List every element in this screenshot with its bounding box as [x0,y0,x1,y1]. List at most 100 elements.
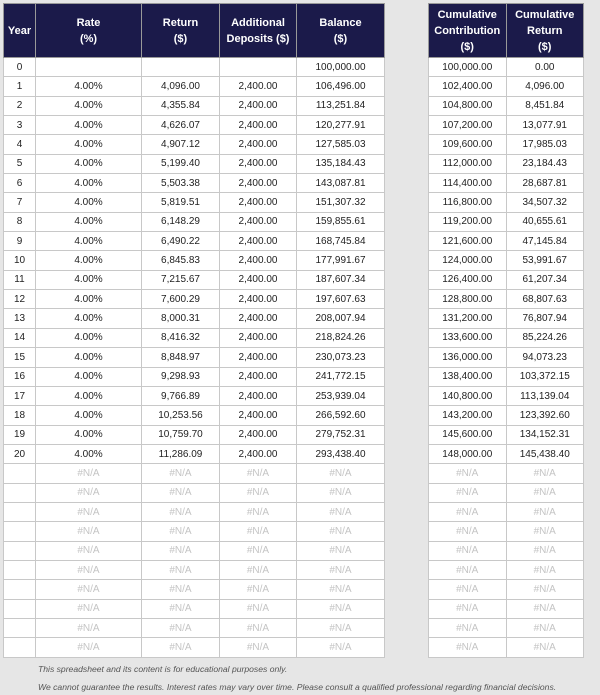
table-cell[interactable]: #N/A [35,540,142,561]
table-cell[interactable]: #N/A [219,617,297,639]
table-cell[interactable]: #N/A [35,521,142,542]
table-cell[interactable]: #N/A [428,501,507,523]
table-cell[interactable]: 4.00% [35,385,142,407]
table-cell[interactable]: #N/A [296,579,385,600]
table-cell[interactable]: 11,286.09 [141,443,220,465]
table-cell[interactable]: #N/A [219,637,297,658]
table-cell[interactable]: 2,400.00 [219,385,297,407]
table-cell[interactable]: 113,139.04 [505,385,584,407]
table-cell[interactable]: 126,400.00 [428,269,507,291]
table-cell[interactable]: 4,907.12 [141,134,220,155]
table-cell[interactable]: 120,277.91 [296,115,385,136]
table-cell[interactable]: #N/A [35,598,142,619]
table-cell[interactable] [3,501,36,523]
table-cell[interactable]: 253,939.04 [296,385,385,407]
table-cell[interactable]: #N/A [141,463,220,484]
table-cell[interactable]: 15 [3,347,36,368]
table-cell[interactable]: 34,507.32 [505,192,584,213]
table-cell[interactable]: 4.00% [35,173,142,194]
table-cell[interactable]: 4.00% [35,443,142,465]
table-cell[interactable]: 17 [3,385,36,407]
table-cell[interactable]: 53,991.67 [505,250,584,271]
table-cell[interactable]: 4.00% [35,424,142,445]
table-cell[interactable]: 113,251.84 [296,95,385,117]
table-cell[interactable]: 8,451.84 [505,95,584,117]
table-cell[interactable]: 109,600.00 [428,134,507,155]
table-cell[interactable]: #N/A [219,579,297,600]
table-cell[interactable]: #N/A [428,579,507,600]
table-cell[interactable]: 4.00% [35,231,142,252]
table-cell[interactable]: 2,400.00 [219,269,297,291]
table-cell[interactable]: 40,655.61 [505,211,584,233]
table-cell[interactable]: 3 [3,115,36,136]
table-cell[interactable]: 119,200.00 [428,211,507,233]
table-cell[interactable]: 2,400.00 [219,443,297,465]
table-cell[interactable]: #N/A [428,637,507,658]
table-cell[interactable]: 13,077.91 [505,115,584,136]
table-cell[interactable]: 4.00% [35,269,142,291]
table-cell[interactable]: 135,184.43 [296,153,385,175]
table-cell[interactable]: 47,145.84 [505,231,584,252]
table-cell[interactable]: 12 [3,289,36,310]
table-cell[interactable]: #N/A [505,540,584,561]
table-cell[interactable]: #N/A [35,637,142,658]
table-cell[interactable]: 4,096.00 [141,76,220,97]
table-cell[interactable]: 2,400.00 [219,134,297,155]
table-cell[interactable]: 11 [3,269,36,291]
table-cell[interactable]: #N/A [296,501,385,523]
table-cell[interactable]: #N/A [219,540,297,561]
table-cell[interactable]: 230,073.23 [296,347,385,368]
table-cell[interactable]: #N/A [505,617,584,639]
table-cell[interactable]: #N/A [296,463,385,484]
table-cell[interactable]: 2,400.00 [219,192,297,213]
table-cell[interactable]: #N/A [141,482,220,503]
table-cell[interactable]: 4.00% [35,327,142,349]
table-cell[interactable]: #N/A [428,617,507,639]
table-cell[interactable]: 8,848.97 [141,347,220,368]
table-cell[interactable]: 2,400.00 [219,308,297,329]
table-cell[interactable]: #N/A [141,637,220,658]
table-cell[interactable]: 187,607.34 [296,269,385,291]
table-cell[interactable]: 28,687.81 [505,173,584,194]
table-cell[interactable]: 2,400.00 [219,289,297,310]
table-cell[interactable]: 6 [3,173,36,194]
table-cell[interactable]: 218,824.26 [296,327,385,349]
table-cell[interactable]: 293,438.40 [296,443,385,465]
table-cell[interactable]: 112,000.00 [428,153,507,175]
table-cell[interactable]: 143,200.00 [428,405,507,426]
table-cell[interactable]: 8,000.31 [141,308,220,329]
table-cell[interactable]: 100,000.00 [428,56,507,78]
table-cell[interactable]: 8,416.32 [141,327,220,349]
table-cell[interactable]: 4.00% [35,134,142,155]
table-cell[interactable]: #N/A [219,521,297,542]
table-cell[interactable]: 114,400.00 [428,173,507,194]
table-cell[interactable]: 4.00% [35,211,142,233]
table-cell[interactable]: #N/A [35,617,142,639]
table-cell[interactable]: 197,607.63 [296,289,385,310]
table-cell[interactable]: 2,400.00 [219,76,297,97]
table-cell[interactable]: 2,400.00 [219,327,297,349]
table-cell[interactable]: #N/A [141,540,220,561]
table-cell[interactable]: #N/A [428,521,507,542]
table-cell[interactable]: 106,496.00 [296,76,385,97]
table-cell[interactable]: 145,600.00 [428,424,507,445]
table-cell[interactable]: 2,400.00 [219,231,297,252]
table-cell[interactable]: 2,400.00 [219,173,297,194]
table-cell[interactable]: 10,253.56 [141,405,220,426]
table-cell[interactable]: 133,600.00 [428,327,507,349]
table-cell[interactable]: 124,000.00 [428,250,507,271]
table-cell[interactable]: 107,200.00 [428,115,507,136]
table-cell[interactable]: #N/A [219,501,297,523]
table-cell[interactable]: 6,845.83 [141,250,220,271]
table-cell[interactable]: 168,745.84 [296,231,385,252]
table-cell[interactable]: 100,000.00 [296,56,385,78]
table-cell[interactable] [3,559,36,581]
table-cell[interactable]: #N/A [428,482,507,503]
table-cell[interactable]: 2,400.00 [219,153,297,175]
table-cell[interactable]: #N/A [505,521,584,542]
table-cell[interactable]: 9,298.93 [141,366,220,387]
table-cell[interactable]: 94,073.23 [505,347,584,368]
table-cell[interactable]: 103,372.15 [505,366,584,387]
table-cell[interactable]: 2,400.00 [219,424,297,445]
table-cell[interactable]: 4,626.07 [141,115,220,136]
